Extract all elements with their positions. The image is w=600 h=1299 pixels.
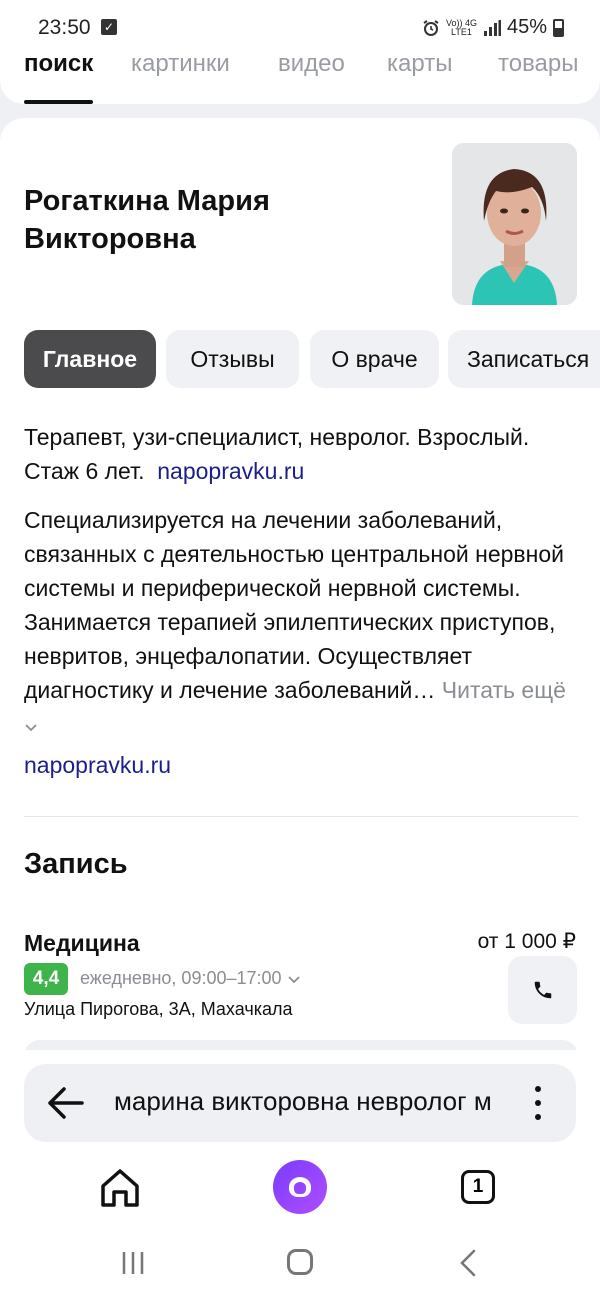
clinic-hours-text: ежедневно, 09:00–17:00 — [80, 968, 282, 988]
alice-assistant-button[interactable] — [273, 1160, 327, 1214]
doctor-card: Рогаткина Мария Викторовна Главное Отзыв… — [0, 118, 600, 1078]
system-navigation-bar — [0, 1232, 600, 1299]
doctor-photo[interactable] — [452, 143, 577, 305]
clinic-name[interactable]: Медицина — [24, 930, 140, 957]
menu-dot — [535, 1114, 541, 1120]
home-icon[interactable] — [98, 1166, 142, 1210]
chip-about-doctor[interactable]: О враче — [310, 330, 439, 388]
tabs-counter-button[interactable]: 1 — [461, 1170, 495, 1204]
tab-maps[interactable]: карты — [387, 50, 452, 78]
clinic-price: от 1 000 ₽ — [477, 930, 576, 953]
alarm-icon — [423, 19, 439, 36]
section-chips: Главное Отзывы О враче Записаться — [24, 330, 600, 388]
menu-dot — [535, 1100, 541, 1106]
tab-search[interactable]: поиск — [24, 50, 93, 78]
chip-reviews[interactable]: Отзывы — [166, 330, 299, 388]
booking-title: Запись — [24, 848, 128, 880]
system-home-icon[interactable] — [287, 1249, 313, 1275]
network-indicator: Vo)) 4G LTE1 — [446, 18, 477, 37]
call-button[interactable] — [508, 956, 577, 1024]
chevron-down-icon — [25, 724, 37, 732]
doctor-specialty: Терапевт, узи-специалист, невролог. Взро… — [24, 420, 579, 488]
active-tab-indicator — [24, 100, 93, 104]
description-text: Специализируется на лечении заболеваний,… — [24, 507, 564, 703]
battery-icon — [553, 18, 564, 37]
chip-book[interactable]: Записаться — [448, 330, 600, 388]
tab-goods[interactable]: товары — [498, 50, 579, 78]
status-time: 23:50 — [38, 16, 91, 39]
clinic-address: Улица Пирогова, 3А, Махачкала — [24, 999, 293, 1019]
chevron-down-icon — [287, 976, 300, 984]
status-right: Vo)) 4G LTE1 45% — [422, 16, 564, 39]
chip-main[interactable]: Главное — [24, 330, 156, 388]
omnibox[interactable]: марина викторовна невролог м — [24, 1064, 576, 1142]
doctor-name: Рогаткина Мария Викторовна — [24, 185, 270, 255]
back-arrow-icon[interactable] — [46, 1084, 86, 1122]
clinic-rating-badge: 4,4 — [24, 963, 68, 995]
specialty-source-link[interactable]: napopravku.ru — [157, 458, 304, 484]
tab-video[interactable]: видео — [278, 50, 345, 78]
doctor-portrait-image — [452, 143, 577, 305]
bottom-panel: марина викторовна невролог м 1 — [0, 1050, 600, 1299]
doctor-description: Специализируется на лечении заболеваний,… — [24, 503, 584, 741]
read-more-label: Читать ещё — [441, 677, 566, 703]
battery-percent: 45% — [506, 16, 547, 38]
system-back-icon[interactable] — [458, 1248, 478, 1278]
signal-icon — [483, 19, 501, 36]
recent-apps-icon[interactable] — [120, 1250, 146, 1276]
alice-icon — [289, 1177, 311, 1197]
more-menu-icon[interactable] — [520, 1084, 556, 1122]
search-tabs: поиск картинки видео карты товары — [0, 40, 600, 104]
menu-dot — [535, 1086, 541, 1092]
divider — [24, 816, 578, 817]
notification-check-icon: ✓ — [101, 19, 117, 35]
clinic-hours[interactable]: ежедневно, 09:00–17:00 — [80, 968, 301, 989]
network-bottom: LTE1 — [451, 26, 472, 37]
omnibox-query[interactable]: марина викторовна невролог м — [114, 1086, 538, 1117]
description-source-link[interactable]: napopravku.ru — [24, 752, 171, 779]
tab-images[interactable]: картинки — [131, 50, 230, 78]
phone-icon — [534, 981, 551, 999]
